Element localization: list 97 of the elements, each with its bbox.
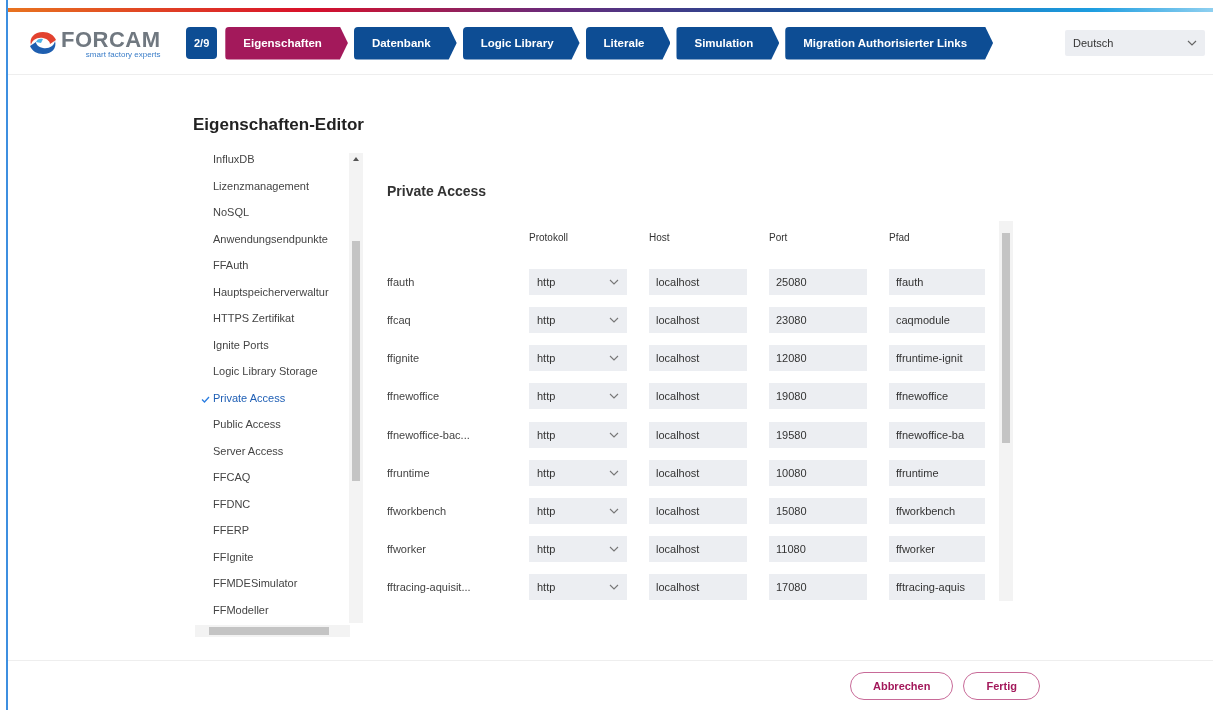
path-field[interactable]: ffworker bbox=[889, 536, 985, 563]
service-name: fftracing-aquisit... bbox=[387, 581, 472, 594]
chevron-down-icon bbox=[609, 355, 619, 362]
sidebar-item[interactable]: HTTPS Zertifikat bbox=[193, 312, 351, 339]
footer-button[interactable]: Abbrechen bbox=[849, 672, 954, 700]
port-field[interactable]: 23080 bbox=[769, 306, 867, 333]
scrollbar[interactable] bbox=[195, 625, 350, 637]
step-tab[interactable]: Migration Authorisierter Links bbox=[785, 26, 994, 60]
sidebar-item[interactable]: FFIgnite bbox=[193, 550, 351, 577]
host-field[interactable]: localhost bbox=[649, 421, 747, 448]
path-field[interactable]: ffworkbench bbox=[889, 498, 985, 524]
check-icon bbox=[201, 395, 210, 403]
step-tab[interactable]: Datenbank bbox=[353, 26, 457, 60]
port-field[interactable]: 10080 bbox=[769, 459, 867, 486]
path-field[interactable]: ffruntime bbox=[889, 459, 985, 486]
column-header: Pfad bbox=[889, 231, 911, 245]
sidebar-item[interactable]: FFAuth bbox=[193, 259, 351, 286]
protocol-select[interactable]: http bbox=[529, 421, 627, 448]
service-name: ffworkbench bbox=[387, 505, 448, 517]
protocol-select[interactable]: http bbox=[529, 536, 627, 563]
port-field[interactable]: 12080 bbox=[769, 345, 867, 372]
sidebar-item[interactable]: Server Access bbox=[193, 444, 351, 471]
sidebar-item[interactable]: FFDNC bbox=[193, 497, 351, 524]
sidebar-item[interactable]: Hauptspeicherverwaltur bbox=[193, 285, 351, 312]
path-field[interactable]: caqmodule bbox=[889, 306, 985, 333]
service-name: ffcaq bbox=[387, 313, 412, 326]
protocol-select[interactable]: http bbox=[529, 459, 627, 486]
step-tab[interactable]: Literale bbox=[585, 26, 671, 60]
service-name: ffignite bbox=[387, 352, 421, 365]
step-tab[interactable]: Simulation bbox=[676, 26, 780, 60]
chevron-down-icon bbox=[609, 431, 619, 438]
sidebar-item[interactable]: Private Access bbox=[193, 391, 351, 418]
step-counter: 2/9 bbox=[186, 27, 218, 59]
sidebar-item[interactable]: NoSQL bbox=[193, 206, 351, 233]
scroll-up-arrow-icon[interactable] bbox=[353, 157, 359, 161]
chevron-down-icon bbox=[609, 278, 619, 285]
port-field[interactable]: 15080 bbox=[769, 498, 867, 524]
chevron-down-icon bbox=[1187, 40, 1197, 46]
host-field[interactable]: localhost bbox=[649, 459, 747, 486]
host-field[interactable]: localhost bbox=[649, 574, 747, 601]
protocol-select[interactable]: http bbox=[529, 345, 627, 372]
protocol-select[interactable]: http bbox=[529, 306, 627, 333]
service-name: ffnewoffice bbox=[387, 390, 441, 403]
host-field[interactable]: localhost bbox=[649, 268, 747, 295]
host-field[interactable]: localhost bbox=[649, 498, 747, 524]
port-field[interactable]: 11080 bbox=[769, 536, 867, 563]
column-header: Protokoll bbox=[529, 231, 569, 245]
protocol-select[interactable]: http bbox=[529, 574, 627, 601]
language-select[interactable]: Deutsch bbox=[1065, 30, 1205, 56]
host-field[interactable]: localhost bbox=[649, 536, 747, 563]
step-tab[interactable]: Logic Library bbox=[462, 26, 580, 60]
host-field[interactable]: localhost bbox=[649, 306, 747, 333]
sidebar-item[interactable]: FFERP bbox=[193, 524, 351, 551]
chevron-down-icon bbox=[609, 508, 619, 514]
port-field[interactable]: 19580 bbox=[769, 421, 867, 448]
sidebar-item[interactable]: InfluxDB bbox=[193, 153, 351, 180]
logo-tagline: smart factory experts bbox=[85, 50, 161, 58]
chevron-down-icon bbox=[609, 393, 619, 400]
sidebar-item[interactable]: FFModeller bbox=[193, 603, 351, 629]
sidebar-item[interactable]: FFMDESimulator bbox=[193, 577, 351, 604]
service-name: ffnewoffice-bac... bbox=[387, 428, 471, 441]
sidebar-item[interactable]: Public Access bbox=[193, 418, 351, 445]
scrollbar[interactable] bbox=[349, 153, 363, 623]
protocol-select[interactable]: http bbox=[529, 268, 627, 295]
column-header: Port bbox=[769, 231, 789, 245]
port-field[interactable]: 25080 bbox=[769, 268, 867, 295]
chevron-down-icon bbox=[609, 316, 619, 323]
scrollbar[interactable] bbox=[999, 221, 1013, 601]
protocol-select[interactable]: http bbox=[529, 383, 627, 410]
column-header: Host bbox=[649, 231, 671, 245]
logo-wordmark: FORCAM bbox=[61, 28, 161, 51]
port-field[interactable]: 19080 bbox=[769, 383, 867, 410]
step-tab[interactable]: Eigenschaften bbox=[225, 26, 348, 60]
sidebar-item[interactable]: Ignite Ports bbox=[193, 338, 351, 365]
footer-button[interactable]: Fertig bbox=[963, 672, 1040, 700]
chevron-down-icon bbox=[609, 584, 619, 591]
section-title: Private Access bbox=[387, 183, 488, 199]
page-title: Eigenschaften-Editor bbox=[193, 115, 365, 135]
path-field[interactable]: ffnewoffice-ba bbox=[889, 421, 985, 448]
path-field[interactable]: fftracing-aquis bbox=[889, 574, 985, 601]
port-field[interactable]: 17080 bbox=[769, 574, 867, 601]
swirl-logo-icon bbox=[28, 30, 58, 56]
service-name: ffworker bbox=[387, 543, 427, 556]
sidebar-item[interactable]: Anwendungsendpunkte bbox=[193, 232, 351, 259]
chevron-down-icon bbox=[609, 546, 619, 553]
chevron-down-icon bbox=[609, 469, 619, 476]
path-field[interactable]: ffruntime-ignit bbox=[889, 345, 985, 372]
path-field[interactable]: ffnewoffice bbox=[889, 383, 985, 410]
sidebar-item[interactable]: Logic Library Storage bbox=[193, 365, 351, 392]
host-field[interactable]: localhost bbox=[649, 345, 747, 372]
host-field[interactable]: localhost bbox=[649, 383, 747, 410]
sidebar-item[interactable]: Lizenzmanagement bbox=[193, 179, 351, 206]
protocol-select[interactable]: http bbox=[529, 498, 627, 524]
service-name: ffauth bbox=[387, 275, 416, 288]
path-field[interactable]: ffauth bbox=[889, 268, 985, 295]
service-name: ffruntime bbox=[387, 466, 431, 479]
sidebar-item[interactable]: FFCAQ bbox=[193, 471, 351, 498]
